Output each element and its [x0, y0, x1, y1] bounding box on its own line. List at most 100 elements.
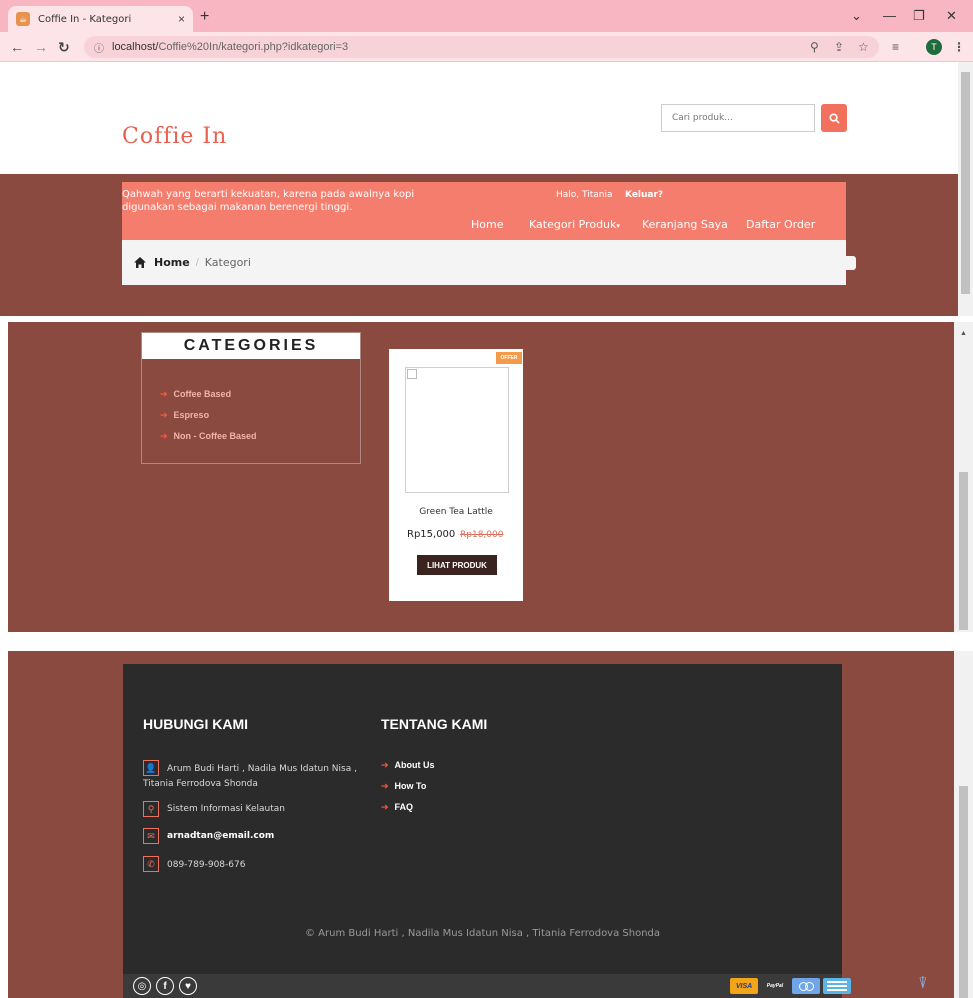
search-button[interactable]	[821, 104, 847, 132]
offer-badge: OFFER	[496, 352, 522, 364]
arrow-right-icon: ➔	[381, 781, 389, 791]
copyright: © Arum Budi Harti , Nadila Mus Idatun Ni…	[304, 928, 661, 939]
favicon-icon: ☕	[16, 12, 30, 26]
minimize-icon[interactable]: —	[883, 8, 896, 23]
user-icon: 👤	[143, 760, 159, 776]
screenshot-gap	[0, 632, 973, 651]
logout-link[interactable]: Keluar?	[625, 190, 663, 200]
browser-tab-bar: ☕ Coffie In - Kategori × + ⌄ — ❐ ✕	[0, 0, 973, 32]
contact-names: Arum Budi Harti , Nadila Mus Idatun Nisa…	[167, 764, 357, 774]
footer-bottom-bar: ◎ f ♥ VISA PayPal	[123, 974, 851, 998]
tab-search-chevron-icon[interactable]: ⌄	[851, 8, 862, 24]
scrollbar[interactable]	[954, 651, 973, 998]
footer-link-howto[interactable]: ➔ How To	[381, 781, 426, 792]
about-title: TENTANG KAMI	[381, 716, 488, 732]
back-to-top-icon[interactable]: ⍒	[918, 975, 928, 993]
breadcrumb-separator: /	[195, 256, 199, 269]
scrollbar-thumb[interactable]	[959, 472, 968, 630]
facebook-icon[interactable]: f	[156, 977, 174, 995]
arrow-right-icon: ➔	[160, 431, 168, 441]
contact-title: HUBUNGI KAMI	[143, 716, 248, 732]
nav-keranjang[interactable]: Keranjang Saya	[642, 218, 728, 231]
category-label: Espreso	[173, 410, 210, 420]
product-price: Rp15,000	[407, 529, 456, 540]
maximize-icon[interactable]: ❐	[913, 8, 925, 24]
breadcrumb-tab	[846, 256, 856, 270]
arrow-right-icon: ➔	[381, 802, 389, 812]
menu-dots-icon[interactable]: ⋮	[953, 40, 965, 54]
bookmark-star-icon[interactable]: ☆	[858, 40, 869, 54]
scrollbar-thumb[interactable]	[959, 786, 968, 998]
tab-close-icon[interactable]: ×	[178, 12, 185, 26]
paypal-icon: PayPal	[761, 978, 789, 994]
nav-home[interactable]: Home	[471, 218, 503, 231]
nav-daftar-order[interactable]: Daftar Order	[746, 218, 815, 231]
footer: HUBUNGI KAMI TENTANG KAMI 👤 Arum Budi Ha…	[123, 664, 851, 998]
category-item-espreso[interactable]: ➔ Espreso	[160, 410, 209, 421]
reload-icon[interactable]: ↻	[58, 39, 70, 56]
user-greeting: Halo, Titania	[556, 190, 613, 200]
arrow-right-icon: ➔	[381, 760, 389, 770]
category-label: Non - Coffee Based	[173, 431, 257, 441]
profile-avatar[interactable]: T	[926, 39, 942, 55]
contact-names-continued: Titania Ferrodova Shonda	[143, 779, 258, 789]
scrollbar[interactable]	[958, 62, 973, 316]
scrollbar-thumb[interactable]	[961, 72, 970, 294]
visa-icon: VISA	[730, 978, 758, 994]
nav-kategori[interactable]: Kategori Produk▾	[529, 218, 620, 231]
page-header: Coffie In Cari produk... Qahwah yang ber…	[0, 62, 958, 316]
scroll-up-icon[interactable]: ▲	[960, 330, 967, 337]
product-name[interactable]: Green Tea Lattle	[389, 507, 523, 517]
breadcrumb-current: Kategori	[204, 256, 251, 269]
category-label: Coffee Based	[173, 389, 232, 399]
twitter-icon[interactable]: ♥	[179, 977, 197, 995]
mastercard-icon	[792, 978, 820, 994]
close-window-icon[interactable]: ✕	[946, 8, 957, 24]
arrow-right-icon: ➔	[160, 389, 168, 399]
footer-section: HUBUNGI KAMI TENTANG KAMI 👤 Arum Budi Ha…	[8, 651, 954, 998]
tab-title: Coffie In - Kategori	[38, 13, 132, 25]
category-title: CATEGORIES	[142, 333, 360, 359]
new-tab-button[interactable]: +	[200, 8, 209, 26]
site-logo[interactable]: Coffie In	[122, 124, 227, 149]
breadcrumb: Home / Kategori	[122, 240, 846, 285]
footer-link-label: FAQ	[394, 802, 414, 812]
url-input[interactable]: ⓘ localhost/Coffie%20In/kategori.php?idk…	[84, 36, 879, 58]
product-image[interactable]	[405, 367, 509, 493]
instagram-icon[interactable]: ◎	[133, 977, 151, 995]
product-section: CATEGORIES ➔ Coffee Based ➔ Espreso ➔ Non -…	[8, 322, 954, 632]
breadcrumb-home[interactable]: Home	[154, 256, 190, 269]
zoom-icon[interactable]: ⚲	[810, 40, 819, 54]
search-icon	[828, 112, 840, 124]
product-card[interactable]: OFFER Green Tea Lattle Rp15,000 Rp18,000…	[389, 349, 523, 601]
forward-arrow-icon[interactable]: →	[34, 39, 48, 55]
product-old-price: Rp18,000	[460, 530, 504, 540]
map-pin-icon: ⚲	[143, 801, 159, 817]
view-product-button[interactable]: LIHAT PRODUK	[417, 555, 497, 575]
address-bar: ← → ↻ ⓘ localhost/Coffie%20In/kategori.p…	[0, 32, 973, 62]
home-icon	[134, 257, 146, 268]
amex-icon	[823, 978, 851, 994]
contact-address: Sistem Informasi Kelautan	[167, 804, 285, 814]
caret-down-icon: ▾	[616, 222, 620, 230]
category-item-non-coffee[interactable]: ➔ Non - Coffee Based	[160, 431, 257, 442]
category-item-coffee-based[interactable]: ➔ Coffee Based	[160, 389, 231, 400]
site-info-icon[interactable]: ⓘ	[94, 40, 104, 55]
share-icon[interactable]: ⇪	[834, 40, 844, 54]
contact-email[interactable]: arnadtan@email.com	[167, 829, 274, 843]
scrollbar[interactable]: ▲	[954, 322, 973, 632]
mail-icon: ✉	[143, 828, 159, 844]
main-navbar: Qahwah yang berarti kekuatan, karena pad…	[122, 182, 846, 240]
url-path: Coffie%20In/kategori.php?idkategori=3	[158, 41, 349, 53]
browser-tab[interactable]: ☕ Coffie In - Kategori ×	[8, 6, 193, 32]
back-arrow-icon[interactable]: ←	[10, 39, 24, 55]
footer-link-label: About Us	[394, 760, 435, 770]
url-host: localhost/	[112, 41, 159, 53]
footer-link-faq[interactable]: ➔ FAQ	[381, 802, 413, 813]
footer-link-about[interactable]: ➔ About Us	[381, 760, 435, 771]
arrow-right-icon: ➔	[160, 410, 168, 420]
reading-list-icon[interactable]: ≡	[892, 40, 899, 54]
tagline: Qahwah yang berarti kekuatan, karena pad…	[122, 189, 415, 213]
phone-icon: ✆	[143, 856, 159, 872]
search-input[interactable]: Cari produk...	[661, 104, 815, 132]
